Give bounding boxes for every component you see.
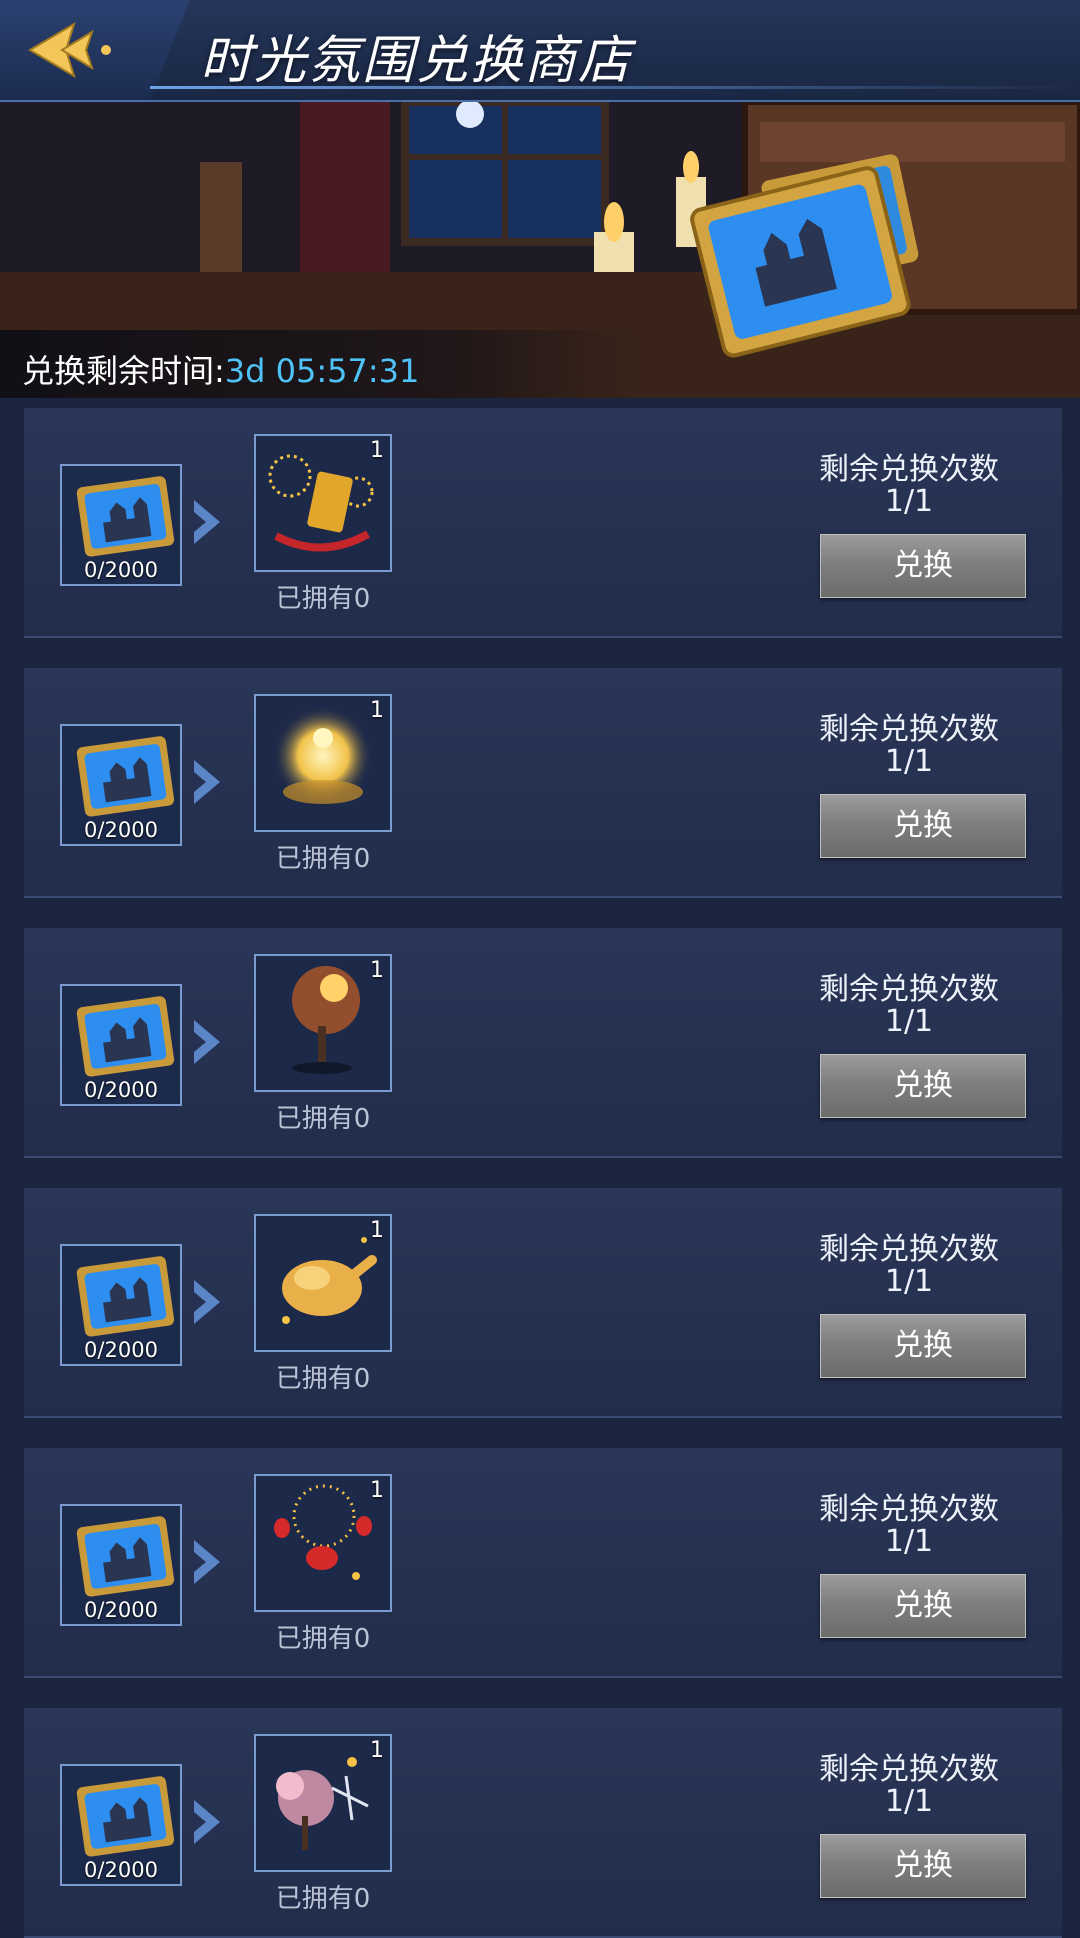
chevron-right-icon bbox=[194, 1800, 220, 1844]
header-divider bbox=[150, 86, 1080, 89]
remaining-label: 剩余兑换次数 bbox=[819, 1232, 999, 1267]
chevron-right-icon bbox=[194, 1540, 220, 1584]
lantern-fireworks-icon[interactable]: 1 bbox=[254, 1474, 392, 1612]
exchange-row: 0/2000 1 已拥有0 剩余兑换次数 1/1 兑换 bbox=[24, 928, 1062, 1158]
cost-count: 0/2000 bbox=[84, 558, 158, 582]
chevron-right-icon bbox=[194, 1020, 220, 1064]
exchange-button[interactable]: 兑换 bbox=[820, 1314, 1026, 1378]
exchange-row: 0/2000 1 已拥有0 剩余兑换次数 1/1 兑换 bbox=[24, 1708, 1062, 1938]
owned-count: 已拥有0 bbox=[275, 1624, 371, 1654]
remaining-count: 1/1 bbox=[884, 484, 934, 519]
remaining-label: 剩余兑换次数 bbox=[819, 1752, 999, 1787]
roast-chicken-icon[interactable]: 1 bbox=[254, 1214, 392, 1352]
page-title: 时光氛围兑换商店 bbox=[200, 31, 633, 91]
exchange-row: 0/2000 1 已拥有0 剩余兑换次数 1/1 兑换 bbox=[24, 408, 1062, 638]
castle-card-icon: 0/2000 bbox=[60, 1764, 182, 1886]
castle-card-icon: 0/2000 bbox=[60, 724, 182, 846]
exchange-button[interactable]: 兑换 bbox=[820, 534, 1026, 598]
reward-quantity: 1 bbox=[370, 1218, 384, 1243]
reward-quantity: 1 bbox=[370, 698, 384, 723]
exchange-row: 0/2000 1 已拥有0 剩余兑换次数 1/1 兑换 bbox=[24, 668, 1062, 898]
cost-count: 0/2000 bbox=[84, 1598, 158, 1622]
remaining-label: 剩余兑换次数 bbox=[819, 712, 999, 747]
remaining-count: 1/1 bbox=[884, 1784, 934, 1819]
reward-quantity: 1 bbox=[370, 1478, 384, 1503]
exchange-button[interactable]: 兑换 bbox=[820, 1834, 1026, 1898]
fireworks-gift-icon[interactable]: 1 bbox=[254, 434, 392, 572]
back-arrow-icon bbox=[28, 21, 111, 79]
cherry-blossom-icon[interactable]: 1 bbox=[254, 1734, 392, 1872]
reward-quantity: 1 bbox=[370, 958, 384, 983]
chevron-right-icon bbox=[194, 1280, 220, 1324]
remaining-label: 剩余兑换次数 bbox=[819, 972, 999, 1007]
cost-count: 0/2000 bbox=[84, 1858, 158, 1882]
remaining-count: 1/1 bbox=[884, 1524, 934, 1559]
owned-count: 已拥有0 bbox=[275, 1364, 371, 1394]
reward-quantity: 1 bbox=[370, 1738, 384, 1763]
reward-quantity: 1 bbox=[370, 438, 384, 463]
exchange-button[interactable]: 兑换 bbox=[820, 1054, 1026, 1118]
exchange-row: 0/2000 1 已拥有0 剩余兑换次数 1/1 兑换 bbox=[24, 1188, 1062, 1418]
chevron-right-icon bbox=[194, 500, 220, 544]
timer-value: 3d 05:57:31 bbox=[224, 352, 420, 390]
cost-count: 0/2000 bbox=[84, 1078, 158, 1102]
remaining-count: 1/1 bbox=[884, 744, 934, 779]
timer-label: 兑换剩余时间: bbox=[22, 352, 225, 390]
cost-count: 0/2000 bbox=[84, 1338, 158, 1362]
remaining-count: 1/1 bbox=[884, 1004, 934, 1039]
exchange-button[interactable]: 兑换 bbox=[820, 794, 1026, 858]
castle-card-icon: 0/2000 bbox=[60, 984, 182, 1106]
autumn-tree-icon[interactable]: 1 bbox=[254, 954, 392, 1092]
owned-count: 已拥有0 bbox=[275, 1884, 371, 1914]
castle-card-icon: 0/2000 bbox=[60, 1504, 182, 1626]
top-bar: 时光氛围兑换商店 bbox=[0, 0, 1080, 102]
exchange-row: 0/2000 1 已拥有0 剩余兑换次数 1/1 兑换 bbox=[24, 1448, 1062, 1678]
back-button[interactable] bbox=[22, 18, 132, 82]
owned-count: 已拥有0 bbox=[275, 844, 371, 874]
exchange-button[interactable]: 兑换 bbox=[820, 1574, 1026, 1638]
chevron-right-icon bbox=[194, 760, 220, 804]
shop-banner: 兑换剩余时间:3d 05:57:31 bbox=[0, 102, 1080, 398]
remaining-label: 剩余兑换次数 bbox=[819, 1492, 999, 1527]
remaining-label: 剩余兑换次数 bbox=[819, 452, 999, 487]
owned-count: 已拥有0 bbox=[275, 1104, 371, 1134]
remaining-count: 1/1 bbox=[884, 1264, 934, 1299]
owned-count: 已拥有0 bbox=[275, 584, 371, 614]
castle-card-icon: 0/2000 bbox=[60, 1244, 182, 1366]
exchange-timer: 兑换剩余时间:3d 05:57:31 bbox=[22, 346, 419, 392]
cost-count: 0/2000 bbox=[84, 818, 158, 842]
castle-card-icon: 0/2000 bbox=[60, 464, 182, 586]
golden-glow-icon[interactable]: 1 bbox=[254, 694, 392, 832]
